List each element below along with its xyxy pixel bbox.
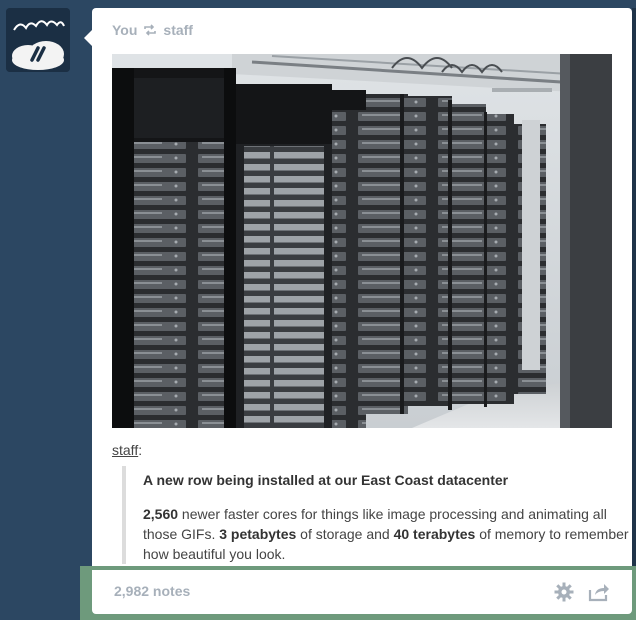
cores-count: 2,560 [143,506,179,522]
post-card: You staff staff: A new row being install… [92,8,632,568]
caption-title: A new row being installed at our East Co… [143,472,509,488]
avatar[interactable] [6,8,70,72]
source-suffix: : [138,442,143,458]
post-header: You staff [112,22,193,38]
notes-count[interactable]: 2,982 notes [114,583,190,599]
post-author[interactable]: You [112,22,137,38]
gear-icon[interactable] [554,582,574,602]
post-shadow [632,8,636,568]
post-pointer [84,30,92,46]
caption-body: 2,560 newer faster cores for things like… [143,504,636,564]
share-icon[interactable] [588,582,610,602]
avatar-image [6,8,70,72]
reblog-icon [144,24,157,36]
memory-amount: 40 terabytes [393,526,476,542]
reblogged-from[interactable]: staff [163,22,193,38]
caption-quote: A new row being installed at our East Co… [122,466,636,564]
post-photo[interactable] [112,54,612,428]
server-racks-photo [112,54,612,428]
source-link[interactable]: staff [112,442,138,458]
post-footer: 2,982 notes [92,570,632,614]
storage-amount: 3 petabytes [219,526,297,542]
source-attribution: staff: [112,442,142,458]
storage-text: of storage and [296,526,394,542]
